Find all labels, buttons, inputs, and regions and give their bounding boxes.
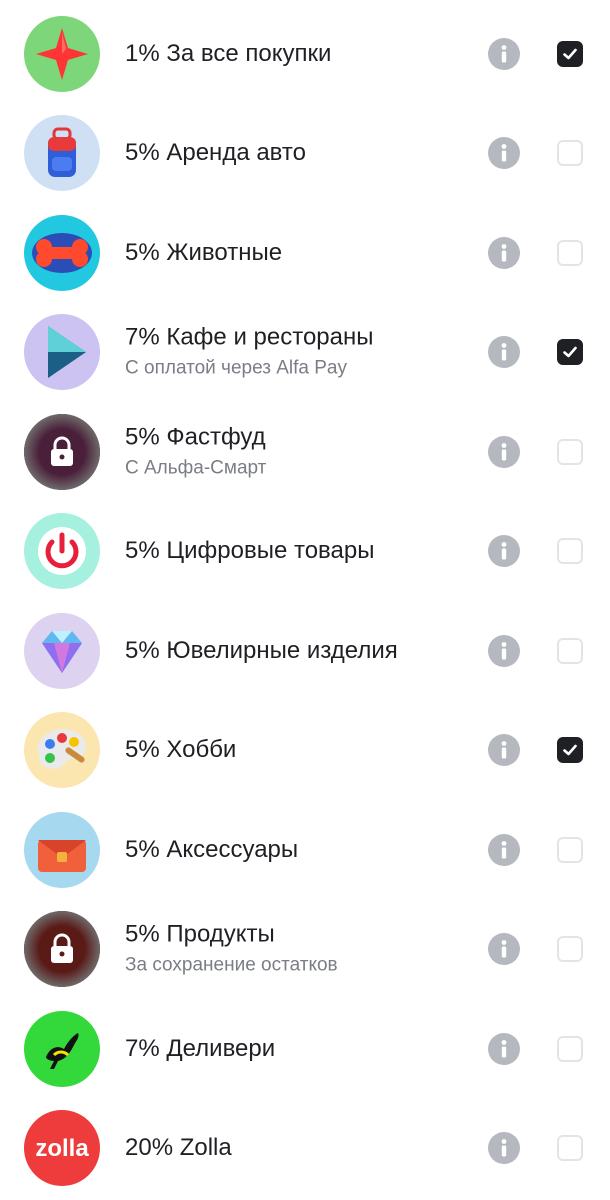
info-icon[interactable] <box>488 734 520 767</box>
category-row[interactable]: 5% Аренда авто <box>0 104 610 204</box>
category-row[interactable]: 5% Аксессуары <box>0 800 610 900</box>
category-checkbox[interactable] <box>557 936 583 963</box>
category-title: 7% Кафе и рестораны <box>125 323 374 351</box>
category-row[interactable]: 7% Деливери <box>0 999 610 1099</box>
category-text: 5% Хобби <box>125 735 480 765</box>
category-checkbox[interactable] <box>557 339 583 366</box>
lock-icon <box>24 413 100 490</box>
info-icon[interactable] <box>488 435 520 468</box>
category-checkbox[interactable] <box>557 438 583 465</box>
category-row[interactable]: 1% За все покупки <box>0 4 610 104</box>
category-checkbox[interactable] <box>557 1135 583 1162</box>
category-title: 5% Аксессуары <box>125 835 299 863</box>
category-title: 1% За все покупки <box>125 39 332 67</box>
zolla-logo-text: zolla <box>35 1135 89 1162</box>
category-title: 20% Zolla <box>125 1134 232 1162</box>
backpack-icon <box>24 115 100 192</box>
category-row[interactable]: 5% Цифровые товары <box>0 502 610 602</box>
category-checkbox[interactable] <box>557 737 583 764</box>
category-text: 5% Аксессуары <box>125 835 480 865</box>
lock-icon <box>24 911 100 988</box>
category-row[interactable]: 7% Кафе и рестораны С оплатой через Alfa … <box>0 303 610 403</box>
cashback-category-list: 1% За все покупки 5% Аренда авто 5% Живо… <box>0 0 610 1198</box>
category-row[interactable]: 5% Фастфуд С Альфа-Смарт <box>0 402 610 502</box>
category-text: 5% Фастфуд С Альфа-Смарт <box>125 422 480 481</box>
category-title: 5% Фастфуд <box>125 423 266 451</box>
category-row[interactable]: 5% Продукты За сохранение остатков <box>0 900 610 1000</box>
category-text: 5% Продукты За сохранение остатков <box>125 920 480 979</box>
category-checkbox[interactable] <box>557 239 583 266</box>
zolla-logo-icon: zolla <box>24 1110 100 1187</box>
category-row[interactable]: 5% Животные <box>0 203 610 303</box>
info-icon[interactable] <box>488 336 520 369</box>
category-checkbox[interactable] <box>557 538 583 565</box>
info-icon[interactable] <box>488 137 520 170</box>
category-title: 5% Цифровые товары <box>125 537 375 565</box>
info-icon[interactable] <box>488 833 520 866</box>
category-subtitle: За сохранение остатков <box>125 954 338 976</box>
category-text: 20% Zolla <box>125 1133 480 1163</box>
category-title: 7% Деливери <box>125 1034 276 1062</box>
info-icon[interactable] <box>488 1032 520 1065</box>
category-text: 7% Кафе и рестораны С оплатой через Alfa … <box>125 323 480 382</box>
category-checkbox[interactable] <box>557 40 583 67</box>
category-text: 1% За все покупки <box>125 39 480 69</box>
category-checkbox[interactable] <box>557 637 583 664</box>
power-icon <box>24 513 100 590</box>
info-icon[interactable] <box>488 933 520 966</box>
category-checkbox[interactable] <box>557 140 583 167</box>
bag-icon <box>24 811 100 888</box>
category-checkbox[interactable] <box>557 836 583 863</box>
category-subtitle: С оплатой через Alfa Pay <box>125 357 347 379</box>
category-text: 7% Деливери <box>125 1034 480 1064</box>
info-icon[interactable] <box>488 1132 520 1165</box>
ostrich-icon <box>24 1010 100 1087</box>
palette-icon <box>24 712 100 789</box>
category-title: 5% Ювелирные изделия <box>125 636 398 664</box>
category-title: 5% Животные <box>125 238 283 266</box>
category-text: 5% Ювелирные изделия <box>125 636 480 666</box>
category-title: 5% Хобби <box>125 736 237 764</box>
category-row[interactable]: zolla 20% Zolla <box>0 1099 610 1199</box>
bone-icon <box>24 214 100 291</box>
info-icon[interactable] <box>488 634 520 667</box>
info-icon[interactable] <box>488 37 520 70</box>
category-text: 5% Цифровые товары <box>125 536 480 566</box>
play-icon <box>24 314 100 391</box>
category-text: 5% Аренда авто <box>125 138 480 168</box>
category-text: 5% Животные <box>125 238 480 268</box>
diamond-icon <box>24 612 100 689</box>
info-icon[interactable] <box>488 535 520 568</box>
category-subtitle: С Альфа-Смарт <box>125 457 267 479</box>
category-row[interactable]: 5% Хобби <box>0 701 610 801</box>
info-icon[interactable] <box>488 236 520 269</box>
category-checkbox[interactable] <box>557 1035 583 1062</box>
red-star-icon <box>24 15 100 92</box>
category-title: 5% Аренда авто <box>125 139 306 167</box>
category-row[interactable]: 5% Ювелирные изделия <box>0 601 610 701</box>
category-title: 5% Продукты <box>125 920 275 948</box>
